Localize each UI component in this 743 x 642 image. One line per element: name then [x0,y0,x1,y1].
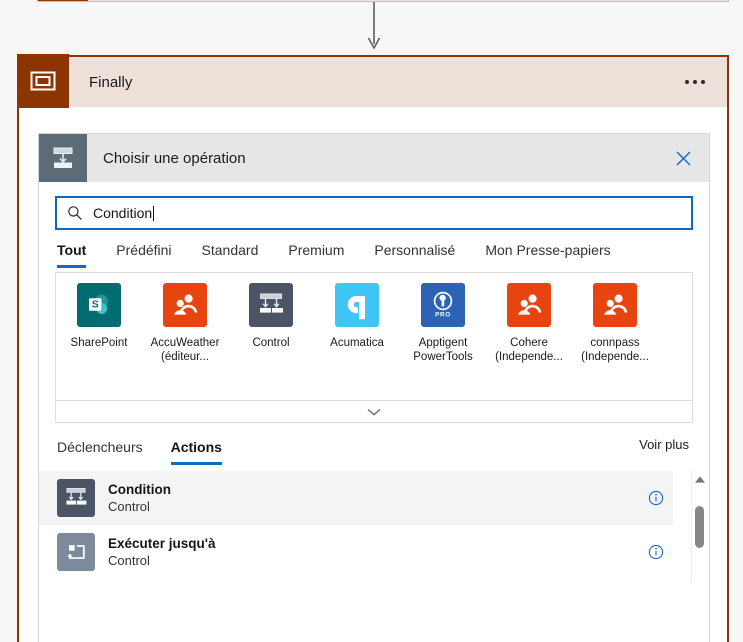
scroll-up-arrow-icon[interactable] [694,475,706,484]
choose-operation-header: Choisir une opération [39,134,709,182]
list-item-text: Exécuter jusqu'à Control [108,535,639,569]
info-icon[interactable] [639,490,673,506]
subtab-actions[interactable]: Actions [170,439,223,465]
scope-rectangle-icon [17,54,69,108]
flow-designer-canvas: Finally Choisir une opération Condition … [0,0,743,642]
results-scrollbar[interactable] [691,471,707,583]
ellipsis-menu-icon[interactable] [679,74,711,90]
insert-action-icon [39,134,87,182]
previous-action-accent-strip [38,0,88,1]
tab-personnalise[interactable]: Personnalisé [374,242,455,268]
people-icon [163,283,207,327]
list-item-title: Exécuter jusqu'à [108,536,216,551]
previous-action-card[interactable] [37,0,729,2]
scope-card-header: Finally [17,54,727,108]
results-list: Condition Control Exécuter jusqu'à Contr… [39,471,709,583]
list-item-subtitle: Control [108,553,150,568]
search-icon [68,206,82,221]
connector-label: Acumatica [330,337,384,349]
tab-tout[interactable]: Tout [57,242,87,268]
connector-grid: S SharePoint AccuWeather (éditeur... Con… [55,272,693,401]
flow-connector-arrow [367,2,381,50]
acumatica-icon [335,283,379,327]
connector-cohere[interactable]: Cohere (Independe... [486,283,572,364]
svg-text:PRO: PRO [435,311,451,318]
connector-label: Control [252,337,290,349]
list-item[interactable]: Condition Control [39,471,673,525]
people-icon [593,283,637,327]
results-subtabs: Déclencheurs Actions Voir plus [39,423,709,465]
connector-accuweather[interactable]: AccuWeather (éditeur... [142,283,228,364]
connector-grid-collapse-button[interactable] [55,401,693,423]
people-icon [507,283,551,327]
info-icon[interactable] [639,544,673,560]
choose-operation-title: Choisir une opération [103,149,246,167]
connector-sharepoint[interactable]: S SharePoint [56,283,142,350]
scope-card-title: Finally [89,73,133,91]
see-more-link[interactable]: Voir plus [639,437,689,452]
connector-label: connpass (Independe... [581,337,649,363]
tab-standard[interactable]: Standard [202,242,259,268]
choose-operation-panel: Choisir une opération Condition Tout Pré… [38,133,710,642]
connector-acumatica[interactable]: Acumatica [314,283,400,350]
connector-connpass[interactable]: connpass (Independe... [572,283,658,364]
apptigent-pro-icon: PRO [421,283,465,327]
scope-card-finally[interactable]: Finally Choisir une opération Condition … [17,54,729,642]
control-condition-icon [57,479,95,517]
search-input[interactable]: Condition [55,196,693,230]
list-item-text: Condition Control [108,481,639,515]
sharepoint-icon: S [77,283,121,327]
search-container: Condition [39,182,709,230]
chevron-down-icon [367,408,381,416]
list-item[interactable]: Exécuter jusqu'à Control [39,525,673,579]
connector-category-tabs: Tout Prédéfini Standard Premium Personna… [39,230,709,268]
svg-text:S: S [92,299,99,311]
tab-premium[interactable]: Premium [288,242,344,268]
scrollbar-thumb[interactable] [695,506,704,548]
connector-control[interactable]: Control [228,283,314,350]
subtab-declencheurs[interactable]: Déclencheurs [57,439,143,465]
connector-label: Cohere (Independe... [495,337,563,363]
connector-label: Apptigent PowerTools [413,337,473,363]
search-input-value: Condition [93,205,153,221]
connector-label: AccuWeather (éditeur... [150,337,220,363]
tab-predefini[interactable]: Prédéfini [116,242,171,268]
connector-label: SharePoint [70,337,128,349]
list-item-title: Condition [108,482,171,497]
control-condition-icon [249,283,293,327]
tab-mon-presse-papiers[interactable]: Mon Presse-papiers [485,242,610,268]
list-item-subtitle: Control [108,499,150,514]
do-until-loop-icon [57,533,95,571]
close-icon[interactable] [667,142,699,174]
connector-apptigent-powertools[interactable]: PRO Apptigent PowerTools [400,283,486,364]
text-caret [153,205,155,221]
